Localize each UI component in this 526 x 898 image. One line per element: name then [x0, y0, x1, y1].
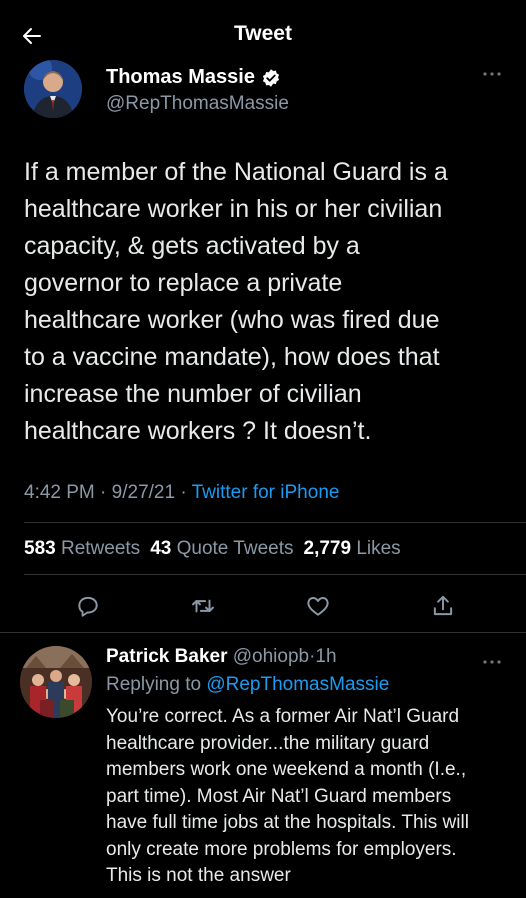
tweet-source[interactable]: Twitter for iPhone	[192, 482, 340, 503]
reply-tweet[interactable]: Patrick Baker @ohiopb·1h Replying to @Re…	[0, 642, 526, 898]
more-horizontal-icon	[483, 660, 501, 664]
tweet-author: Thomas Massie @RepThomasMassie	[24, 60, 504, 124]
retweet-button[interactable]	[183, 586, 223, 626]
replying-mention[interactable]: @RepThomasMassie	[206, 674, 389, 695]
retweet-icon	[192, 599, 214, 613]
share-icon	[433, 595, 453, 616]
more-options-button[interactable]	[480, 66, 504, 82]
retweets-stat[interactable]: 583 Retweets	[24, 538, 140, 560]
tweet-timestamp: 4:42 PM · 9/27/21 · Twitter for iPhone	[24, 482, 339, 504]
quotes-stat[interactable]: 43 Quote Tweets	[150, 538, 293, 560]
reply-icon	[78, 596, 98, 617]
meta-separator: ·	[100, 482, 107, 503]
author-name[interactable]: Thomas Massie	[106, 66, 255, 89]
meta-separator: ·	[180, 482, 187, 503]
reply-author-name[interactable]: Patrick Baker	[106, 646, 227, 667]
verified-badge-icon	[262, 68, 280, 87]
likes-count: 2,779	[303, 538, 352, 559]
share-button[interactable]	[423, 586, 463, 626]
avatar[interactable]	[24, 60, 82, 118]
page-title: Tweet	[234, 22, 292, 45]
divider	[24, 574, 526, 575]
author-handle[interactable]: @RepThomasMassie	[106, 93, 289, 115]
likes-stat[interactable]: 2,779 Likes	[304, 538, 401, 560]
divider	[24, 522, 526, 523]
tweet-date[interactable]: 9/27/21	[112, 482, 175, 503]
reply-author-handle[interactable]: @ohiopb	[233, 646, 309, 667]
reply-text: You’re correct. As a former Air Nat’l Gu…	[106, 706, 469, 886]
reply-avatar[interactable]	[20, 646, 92, 718]
quotes-label: Quote Tweets	[176, 538, 294, 559]
reply-age[interactable]: 1h	[315, 646, 336, 667]
replying-to: Replying to @RepThomasMassie	[106, 674, 389, 696]
retweets-count: 583	[24, 538, 56, 559]
top-bar: Tweet	[0, 0, 526, 66]
tweet-actions	[0, 586, 526, 626]
like-icon	[307, 597, 329, 616]
likes-label: Likes	[356, 538, 401, 559]
like-button[interactable]	[298, 586, 338, 626]
tweet-text: If a member of the National Guard is a h…	[24, 158, 448, 445]
more-horizontal-icon	[483, 72, 501, 76]
author-name-row: Thomas Massie	[106, 66, 281, 89]
retweets-label: Retweets	[60, 538, 141, 559]
tweet-time[interactable]: 4:42 PM	[24, 482, 95, 503]
reply-header: Patrick Baker @ohiopb·1h	[106, 646, 337, 668]
quotes-count: 43	[150, 538, 172, 559]
divider	[0, 632, 526, 633]
tweet-stats: 583 Retweets 43 Quote Tweets 2,779 Likes	[24, 538, 401, 560]
reply-more-options-button[interactable]	[480, 654, 504, 670]
replying-label: Replying to	[106, 674, 202, 695]
reply-button[interactable]	[68, 586, 108, 626]
